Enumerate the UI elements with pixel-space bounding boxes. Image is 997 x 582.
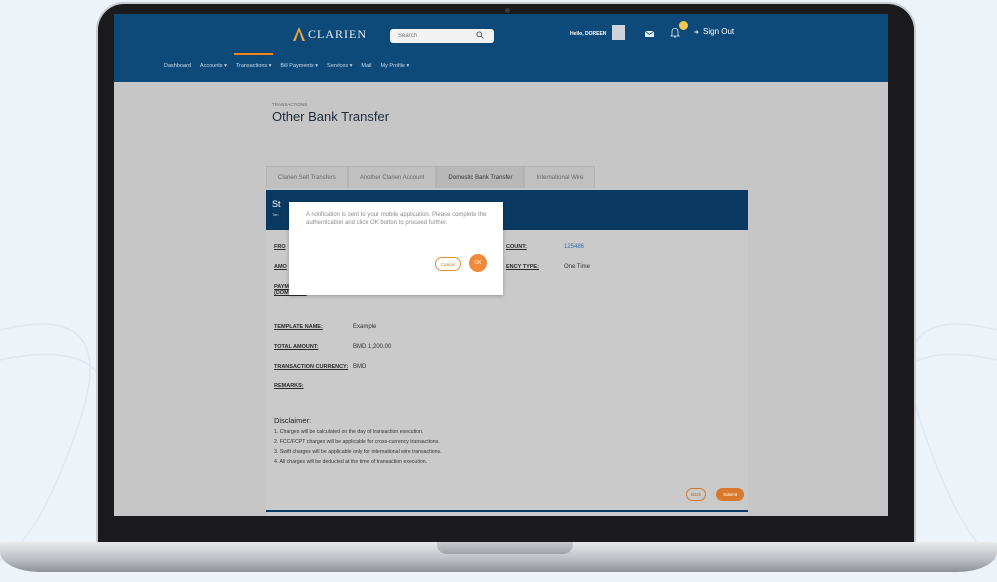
card-header-title: St xyxy=(272,199,281,209)
nav-my-profile[interactable]: My Profile ▾ xyxy=(381,63,410,75)
main-content: TRANSACTIONS Other Bank Transfer Clarien… xyxy=(114,82,888,516)
cancel-button[interactable]: Cancel xyxy=(435,257,461,271)
app-header: CLARIEN Hello, DOREEN Sign Out Das xyxy=(114,14,888,82)
laptop-bezel-bottom xyxy=(98,516,914,544)
avatar[interactable] xyxy=(612,25,625,40)
sign-out-button[interactable]: Sign Out xyxy=(694,27,734,36)
submit-button[interactable]: Submit xyxy=(716,488,744,501)
to-account-label: COUNT: xyxy=(506,244,527,250)
total-amount-label: TOTAL AMOUNT: xyxy=(274,344,319,350)
laptop-screen: CLARIEN Hello, DOREEN Sign Out Das xyxy=(114,14,888,516)
laptop-notch xyxy=(437,542,573,554)
page-title: Other Bank Transfer xyxy=(272,109,390,124)
disclaimer-line: 4. All charges will be deducted at the t… xyxy=(274,459,428,465)
transaction-currency-label: TRANSACTION CURRENCY: xyxy=(274,364,349,370)
tab-international-wire[interactable]: International Wire xyxy=(524,166,596,188)
total-amount-value: BMD 1,200.00 xyxy=(353,344,392,350)
ok-button[interactable]: OK xyxy=(469,254,487,272)
search-icon[interactable] xyxy=(476,31,484,39)
template-name-value: Example xyxy=(353,324,377,330)
disclaimer-line: 3. Swift charges will be applicable only… xyxy=(274,449,442,455)
notification-bell-icon[interactable] xyxy=(670,27,680,38)
mail-icon[interactable] xyxy=(645,31,654,37)
search-input[interactable] xyxy=(390,33,470,39)
amount-label: AMO xyxy=(274,264,287,270)
brand-logo[interactable]: CLARIEN xyxy=(292,26,367,42)
nav-dashboard[interactable]: Dashboard xyxy=(164,63,191,75)
frequency-label: ENCY TYPE: xyxy=(506,264,539,270)
sign-out-label: Sign Out xyxy=(703,27,735,36)
disclaimer-title: Disclaimer: xyxy=(274,416,312,425)
brand-name: CLARIEN xyxy=(308,26,367,41)
card-footer-line xyxy=(266,510,748,512)
back-button[interactable]: Back xyxy=(686,488,706,501)
search-box[interactable] xyxy=(390,29,494,43)
webcam xyxy=(505,8,510,13)
notification-badge xyxy=(679,21,688,30)
template-name-label: TEMPLATE NAME: xyxy=(274,324,323,330)
tab-clarien-self-transfers[interactable]: Clarien Self Transfers xyxy=(266,166,348,188)
nav-mail[interactable]: Mail xyxy=(361,63,371,75)
to-account-value: 125486 xyxy=(564,244,585,250)
sign-out-icon xyxy=(694,29,699,34)
authentication-modal: A notification is sent to your mobile ap… xyxy=(289,202,503,295)
nav-bill-payments[interactable]: Bill Payments ▾ xyxy=(280,63,318,75)
breadcrumb: TRANSACTIONS xyxy=(272,102,308,107)
nav-transactions[interactable]: Transactions ▾ xyxy=(233,53,273,75)
frequency-value: One Time xyxy=(564,264,591,270)
modal-message: A notification is sent to your mobile ap… xyxy=(306,212,487,226)
from-account-label: FRO xyxy=(274,244,286,250)
user-greeting: Hello, DOREEN xyxy=(570,31,607,37)
transfer-tabs: Clarien Self Transfers Another Clarien A… xyxy=(266,166,596,188)
nav-accounts[interactable]: Accounts ▾ xyxy=(200,63,227,75)
card-header-subtitle: Tan xyxy=(272,212,279,217)
clarien-logo-icon xyxy=(293,27,305,41)
disclaimer-line: 1. Charges will be calculated on the day… xyxy=(274,429,424,435)
disclaimer-line: 2. FCC/FCPT charges will be applicable f… xyxy=(274,439,440,445)
tab-domestic-bank-transfer[interactable]: Domestic Bank Transfer xyxy=(436,166,525,188)
main-nav: Dashboard Accounts ▾ Transactions ▾ Bill… xyxy=(114,53,888,75)
nav-services[interactable]: Services ▾ xyxy=(327,63,352,75)
tab-another-clarien-account[interactable]: Another Clarien Account xyxy=(347,166,437,188)
remarks-label: REMARKS: xyxy=(274,383,304,389)
transaction-currency-value: BMD xyxy=(353,364,367,370)
